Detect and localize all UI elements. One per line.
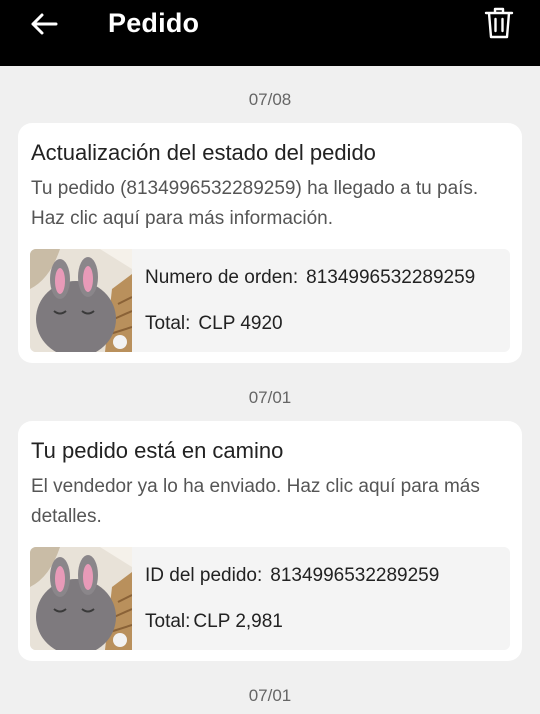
date-separator: 07/08 xyxy=(248,90,292,109)
order-number-label: Numero de orden: xyxy=(145,267,299,288)
order-id-label: ID del pedido: xyxy=(145,565,263,586)
order-total-row: Total: CLP 2,981 xyxy=(145,611,283,633)
total-value: CLP 2,981 xyxy=(193,611,283,632)
notification-title: Tu pedido está en camino xyxy=(31,438,284,463)
order-number-row: Numero de orden: 8134996532289259 xyxy=(145,267,475,289)
notification-card[interactable]: Tu pedido está en camino El vendedor ya … xyxy=(18,421,522,661)
total-label: Total: xyxy=(145,313,191,334)
trash-icon xyxy=(484,7,514,39)
order-total-row: Total: CLP 4920 xyxy=(145,313,283,335)
product-thumbnail xyxy=(30,249,132,352)
back-button[interactable] xyxy=(24,9,64,39)
product-thumbnail xyxy=(30,547,132,650)
total-value: CLP 4920 xyxy=(198,313,283,334)
notification-title: Actualización del estado del pedido xyxy=(31,140,376,165)
notification-body: El vendedor ya lo ha enviado. Haz clic a… xyxy=(31,476,480,527)
top-app-bar: Pedido xyxy=(0,0,540,66)
date-separator: 07/01 xyxy=(248,686,292,705)
notification-body: Tu pedido (8134996532289259) ha llegado … xyxy=(31,178,479,229)
arrow-left-icon xyxy=(31,13,58,35)
page-title: Pedido xyxy=(108,8,200,38)
order-id-row: ID del pedido: 8134996532289259 xyxy=(145,565,439,587)
total-label: Total: xyxy=(145,611,191,632)
order-id-value: 8134996532289259 xyxy=(270,565,440,586)
notification-card[interactable]: Actualización del estado del pedido Tu p… xyxy=(18,123,522,363)
order-summary: ID del pedido: 8134996532289259 Total: CLP… xyxy=(30,547,510,650)
date-separator: 07/01 xyxy=(248,388,292,407)
delete-button[interactable] xyxy=(482,4,516,42)
order-summary: Numero de orden: 8134996532289259 Total: C… xyxy=(30,249,510,352)
order-number-value: 8134996532289259 xyxy=(306,267,476,288)
